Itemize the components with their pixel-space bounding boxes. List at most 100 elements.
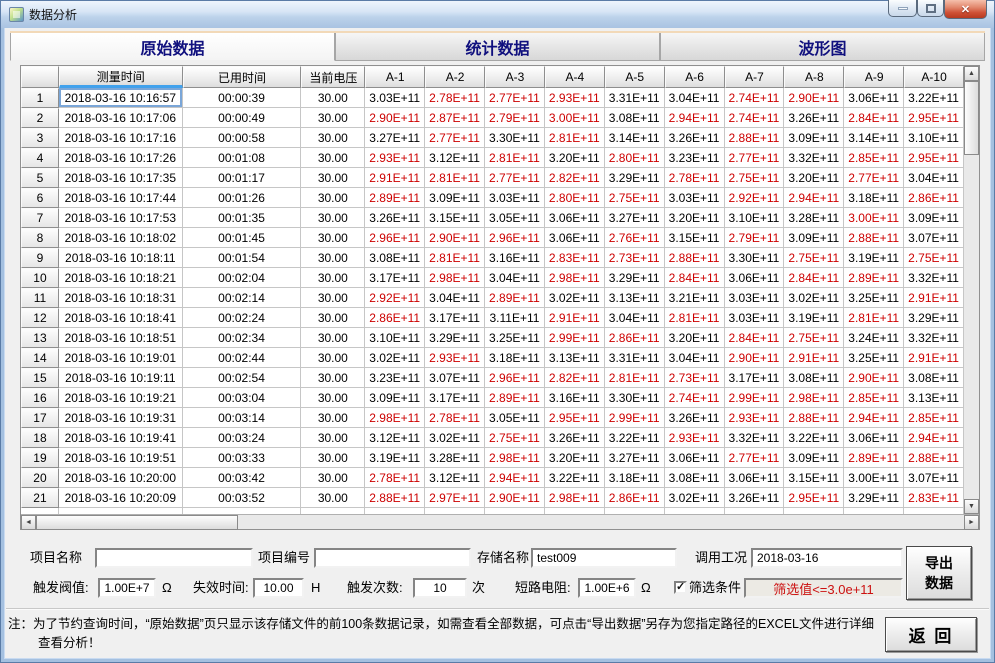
cell-time[interactable]: 2018-03-16 10:18:31 xyxy=(59,288,183,308)
cell-elapsed[interactable]: 00:01:08 xyxy=(183,148,302,168)
cell-elapsed[interactable]: 00:02:14 xyxy=(183,288,302,308)
cell-a7[interactable]: 2.79E+11 xyxy=(725,228,785,248)
cell-a10[interactable]: 3.29E+11 xyxy=(904,308,964,328)
cell-a4[interactable]: 2.82E+11 xyxy=(545,168,605,188)
cell-a2[interactable]: 2.81E+11 xyxy=(425,168,485,188)
cell-time[interactable]: 2018-03-16 10:20:00 xyxy=(59,468,183,488)
column-header-已用时间[interactable]: 已用时间 xyxy=(183,66,302,88)
cell-voltage[interactable]: 30.00 xyxy=(301,268,365,288)
cell-a5[interactable]: 2.80E+11 xyxy=(605,148,665,168)
cell-elapsed[interactable]: 00:03:14 xyxy=(183,408,302,428)
cell-a2[interactable]: 2.98E+11 xyxy=(425,268,485,288)
cell-a6[interactable]: 2.93E+11 xyxy=(665,428,725,448)
cell-a1[interactable]: 3.26E+11 xyxy=(365,208,425,228)
cell-elapsed[interactable]: 00:03:52 xyxy=(183,488,302,508)
cell-a9[interactable]: 3.00E+11 xyxy=(844,208,904,228)
cell-voltage[interactable]: 30.00 xyxy=(301,228,365,248)
row-number-button[interactable]: 11 xyxy=(21,288,59,308)
cell-a2[interactable]: 3.15E+11 xyxy=(425,208,485,228)
cell-a5[interactable]: 3.22E+11 xyxy=(605,428,665,448)
horizontal-scroll-thumb[interactable] xyxy=(36,515,238,530)
cell-a5[interactable]: 2.99E+11 xyxy=(605,408,665,428)
cell-a8[interactable]: 2.91E+11 xyxy=(784,348,844,368)
row-number-button[interactable]: 3 xyxy=(21,128,59,148)
cell-a10[interactable]: 3.22E+11 xyxy=(904,88,964,108)
short-resistance-input[interactable] xyxy=(578,578,636,598)
cell-time[interactable]: 2018-03-16 10:20:09 xyxy=(59,488,183,508)
cell-a9[interactable]: 3.25E+11 xyxy=(844,288,904,308)
cell-a10[interactable]: 3.32E+11 xyxy=(904,268,964,288)
cell-voltage[interactable]: 30.00 xyxy=(301,468,365,488)
cell-time[interactable]: 2018-03-16 10:19:01 xyxy=(59,348,183,368)
cell-elapsed[interactable]: 00:01:35 xyxy=(183,208,302,228)
cell-a5[interactable]: 2.73E+11 xyxy=(605,248,665,268)
cell-time[interactable]: 2018-03-16 10:19:11 xyxy=(59,368,183,388)
cell-a9[interactable]: 2.77E+11 xyxy=(844,168,904,188)
cell-time[interactable]: 2018-03-16 10:17:53 xyxy=(59,208,183,228)
cell-a10[interactable]: 2.95E+11 xyxy=(904,108,964,128)
cell-a4[interactable]: 2.98E+11 xyxy=(545,268,605,288)
cell-a10[interactable]: 2.75E+11 xyxy=(904,248,964,268)
cell-a5[interactable]: 3.18E+11 xyxy=(605,468,665,488)
cell-a7[interactable]: 2.88E+11 xyxy=(725,128,785,148)
cell-a5[interactable]: 3.27E+11 xyxy=(605,208,665,228)
cell-a5[interactable]: 3.04E+11 xyxy=(605,308,665,328)
cell-a10[interactable]: 2.91E+11 xyxy=(904,288,964,308)
cell-a4[interactable]: 3.13E+11 xyxy=(545,348,605,368)
column-header-A-4[interactable]: A-4 xyxy=(545,66,605,88)
cell-time[interactable]: 2018-03-16 10:19:31 xyxy=(59,408,183,428)
cell-a1[interactable]: 3.03E+11 xyxy=(365,88,425,108)
cell-a8[interactable]: 3.08E+11 xyxy=(784,368,844,388)
cell-time[interactable]: 2018-03-16 10:17:44 xyxy=(59,188,183,208)
horizontal-scrollbar[interactable]: ◄ ► xyxy=(21,514,979,529)
row-number-button[interactable]: 18 xyxy=(21,428,59,448)
row-number-button[interactable]: 1 xyxy=(21,88,59,108)
cell-voltage[interactable]: 30.00 xyxy=(301,488,365,508)
cell-a10[interactable]: 3.32E+11 xyxy=(904,328,964,348)
row-number-button[interactable]: 12 xyxy=(21,308,59,328)
cell-a8[interactable]: 2.98E+11 xyxy=(784,388,844,408)
cell-voltage[interactable]: 30.00 xyxy=(301,348,365,368)
cell-a5[interactable]: 3.27E+11 xyxy=(605,448,665,468)
cell-a3[interactable]: 2.98E+11 xyxy=(485,448,545,468)
cell-voltage[interactable]: 30.00 xyxy=(301,128,365,148)
cell-a4[interactable]: 3.26E+11 xyxy=(545,428,605,448)
cell-a7[interactable]: 2.99E+11 xyxy=(725,388,785,408)
cell-elapsed[interactable]: 00:02:44 xyxy=(183,348,302,368)
cell-a3[interactable]: 3.03E+11 xyxy=(485,188,545,208)
cell-a9[interactable]: 3.06E+11 xyxy=(844,88,904,108)
cell-a1[interactable]: 2.96E+11 xyxy=(365,228,425,248)
cell-time[interactable]: 2018-03-16 10:19:41 xyxy=(59,428,183,448)
cell-a8[interactable]: 3.09E+11 xyxy=(784,128,844,148)
cell-a1[interactable]: 2.91E+11 xyxy=(365,168,425,188)
cell-elapsed[interactable]: 00:01:17 xyxy=(183,168,302,188)
cell-a7[interactable]: 2.75E+11 xyxy=(725,168,785,188)
return-button[interactable]: 返 回 xyxy=(885,617,977,652)
cell-elapsed[interactable]: 00:02:24 xyxy=(183,308,302,328)
cell-elapsed[interactable]: 00:03:24 xyxy=(183,428,302,448)
cell-a10[interactable]: 3.10E+11 xyxy=(904,128,964,148)
minimize-button[interactable] xyxy=(888,0,917,17)
cell-a6[interactable]: 3.15E+11 xyxy=(665,228,725,248)
cell-voltage[interactable]: 30.00 xyxy=(301,148,365,168)
cell-a10[interactable]: 2.91E+11 xyxy=(904,348,964,368)
filter-condition-checkbox[interactable]: ✓ xyxy=(674,581,687,594)
cell-a8[interactable]: 3.26E+11 xyxy=(784,108,844,128)
cell-a7[interactable]: 2.77E+11 xyxy=(725,448,785,468)
cell-a1[interactable]: 2.78E+11 xyxy=(365,468,425,488)
cell-a9[interactable]: 3.18E+11 xyxy=(844,188,904,208)
cell-elapsed[interactable]: 00:03:42 xyxy=(183,468,302,488)
cell-a3[interactable]: 2.77E+11 xyxy=(485,88,545,108)
row-number-button[interactable]: 6 xyxy=(21,188,59,208)
cell-a2[interactable]: 2.90E+11 xyxy=(425,228,485,248)
cell-a2[interactable]: 2.97E+11 xyxy=(425,488,485,508)
cell-time[interactable]: 2018-03-16 10:17:26 xyxy=(59,148,183,168)
scroll-down-button[interactable]: ▼ xyxy=(964,499,979,514)
cell-a10[interactable]: 2.85E+11 xyxy=(904,408,964,428)
cell-a5[interactable]: 3.29E+11 xyxy=(605,168,665,188)
row-number-button[interactable]: 2 xyxy=(21,108,59,128)
cell-a9[interactable]: 2.89E+11 xyxy=(844,448,904,468)
cell-a10[interactable]: 3.07E+11 xyxy=(904,228,964,248)
cell-a6[interactable]: 3.06E+11 xyxy=(665,448,725,468)
cell-a1[interactable]: 3.10E+11 xyxy=(365,328,425,348)
